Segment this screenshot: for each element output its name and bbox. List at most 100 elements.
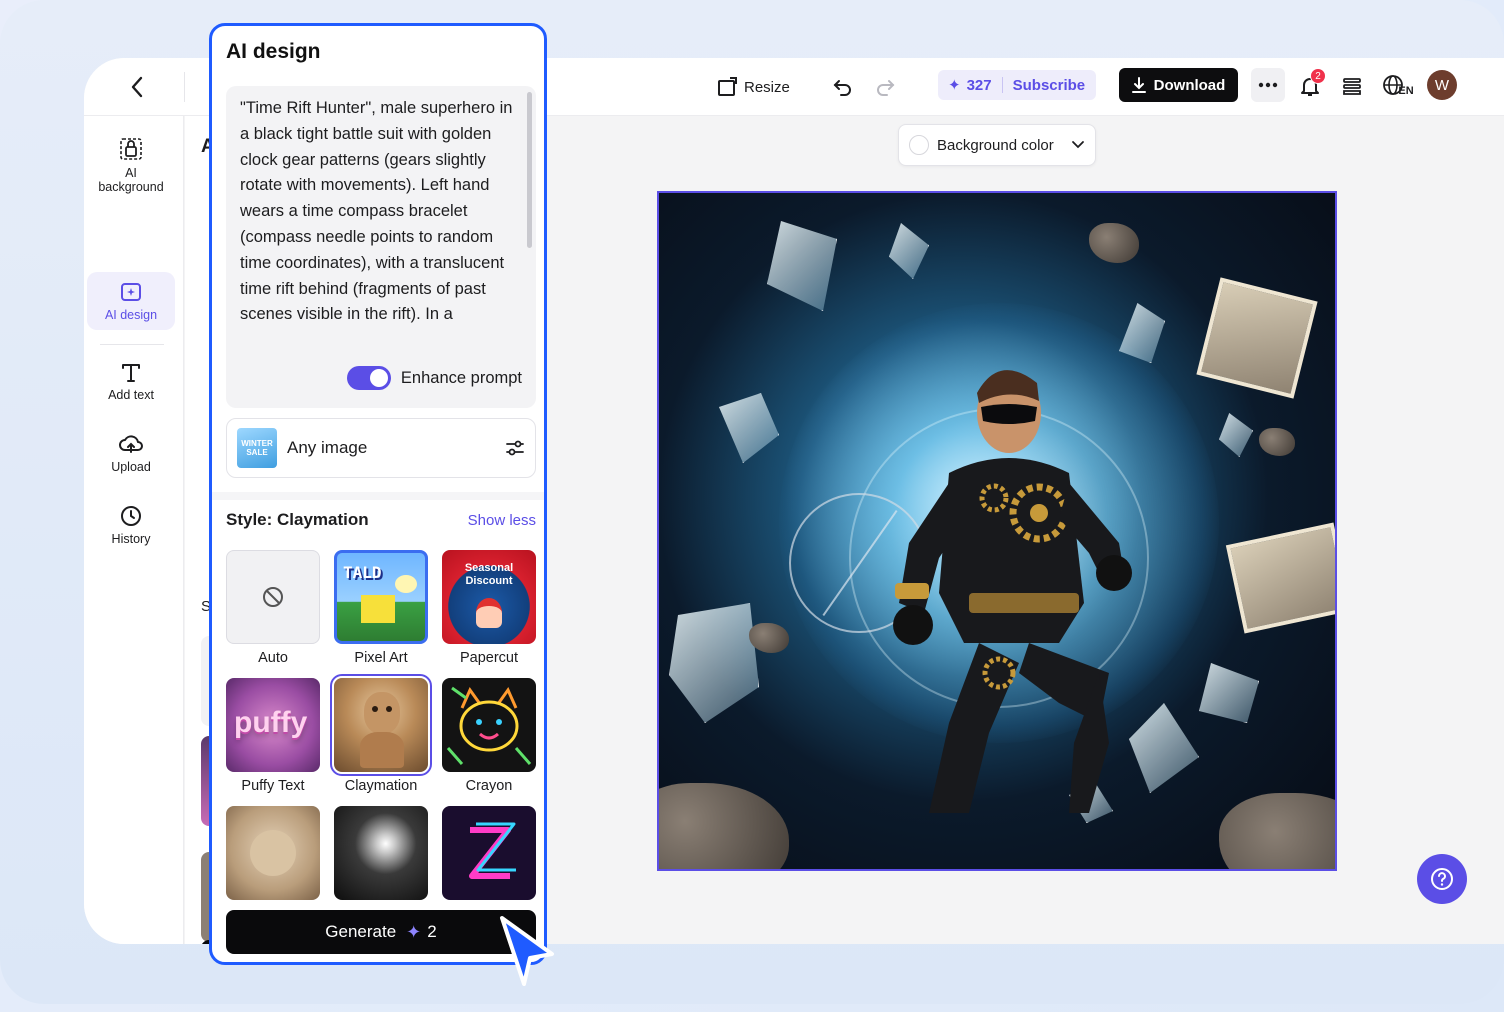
resize-label: Resize [744,78,790,96]
credits-pill[interactable]: ✦ 327 Subscribe [938,70,1096,100]
sidebar-item-history[interactable]: History [87,496,175,554]
glass-shard [1199,663,1259,723]
layers-icon [1343,78,1361,95]
style-label: Papercut [459,650,519,666]
enhance-prompt-toggle[interactable] [346,366,391,390]
neon-z-drawing [469,822,516,879]
rail-separator [100,344,164,345]
sparkle-icon: ✦ [406,921,422,942]
style-thumb [226,550,320,644]
background-color-dropdown[interactable]: Background color [898,124,1096,166]
ai-design-panel: AI design "Time Rift Hunter", male super… [209,23,547,965]
style-card-neon[interactable] [442,806,536,906]
color-swatch [909,135,929,155]
question-icon [1431,868,1453,890]
style-label: Claymation [344,778,418,794]
sidebar-item-label: AI background [98,166,164,194]
sidebar-item-label: Add text [108,388,154,402]
style-thumb: TALD [334,550,428,644]
sparkle-icon: ✦ [948,77,961,94]
sidebar-item-upload[interactable]: Upload [87,424,175,482]
floating-rock [1259,428,1295,456]
layers-button[interactable] [1338,72,1366,100]
sidebar-item-add-text[interactable]: Add text [87,352,175,410]
mouse-pointer-icon [500,916,554,986]
sidebar-item-ai-background[interactable]: AI background [87,128,175,202]
style-card-puffy-text[interactable]: puffy Puffy Text [226,678,320,794]
style-card-claymation[interactable]: Claymation [330,674,432,794]
background-color-label: Background color [937,136,1054,154]
redo-icon [877,80,895,96]
credits-separator [1001,77,1003,93]
enhance-prompt-row: Enhance prompt [346,366,522,390]
style-thumb [442,806,536,900]
style-label: Pixel Art [354,650,408,666]
back-button[interactable] [122,74,152,100]
ai-design-icon [121,283,141,301]
sidebar-item-label: AI design [104,308,158,322]
more-dots-icon [1258,82,1278,88]
chevron-down-icon [1072,141,1084,149]
panel-title: AI design [226,40,321,63]
glass-shard [669,603,759,723]
style-thumb [330,674,432,776]
glass-shard [719,393,779,463]
redo-button[interactable] [874,72,896,102]
pixel-art-thumb-text: TALD [343,563,382,582]
more-options-button[interactable] [1251,68,1285,102]
generate-button[interactable]: Generate ✦ 2 [226,910,536,954]
language-button[interactable]: EN [1380,72,1416,100]
left-rail: AI background AI design Add text Upload … [84,116,184,944]
prompt-textarea[interactable]: "Time Rift Hunter", male superhero in a … [240,96,522,356]
download-button[interactable]: Download [1119,68,1238,102]
topbar-divider [184,72,185,102]
style-label: Auto [258,650,288,666]
style-card-papercut[interactable]: Seasonal Discount Papercut [442,550,536,666]
style-thumb [226,806,320,900]
credits-count: 327 [966,76,992,94]
help-button[interactable] [1417,854,1467,904]
floating-rock [659,783,789,869]
sliders-icon[interactable] [505,439,525,457]
papercut-thumb-text: Seasonal Discount [464,562,514,587]
style-thumb [334,806,428,900]
undo-icon [833,80,851,96]
style-thumb: puffy [226,678,320,772]
design-canvas[interactable] [657,191,1337,871]
sidebar-item-ai-design[interactable]: AI design [87,272,175,330]
glass-shard [767,221,837,311]
generate-cost: 2 [427,922,437,941]
text-icon [122,364,140,382]
photo-fragment [1196,277,1318,399]
style-card-crayon[interactable]: Crayon [442,678,536,794]
image-type-thumbnail: WINTER SALE [237,428,277,468]
style-card-plush[interactable] [226,806,320,906]
style-card-pixel-art[interactable]: TALD Pixel Art [334,550,428,666]
style-label: Puffy Text [241,778,305,794]
download-icon [1131,77,1146,93]
notification-badge: 2 [1310,68,1326,84]
upload-cloud-icon [119,435,143,453]
show-less-link[interactable]: Show less [468,512,536,529]
prompt-box[interactable]: "Time Rift Hunter", male superhero in a … [226,86,536,408]
sidebar-item-label: Upload [111,460,151,474]
undo-button[interactable] [832,72,854,102]
image-type-selector[interactable]: WINTER SALE Any image [226,418,536,478]
resize-button[interactable]: Resize [716,72,790,102]
generate-label: Generate [325,922,397,941]
sidebar-item-label: History [111,532,151,546]
crayon-cat-drawing [446,686,532,765]
glass-shard [1219,413,1253,457]
subscribe-link[interactable]: Subscribe [1013,77,1086,94]
style-card-auto[interactable]: Auto [226,550,320,666]
glass-shard [889,223,929,279]
style-thumb: Seasonal Discount [442,550,536,644]
floating-rock [1089,223,1139,263]
resize-icon [718,77,737,96]
notifications-button[interactable]: 2 [1296,68,1326,100]
style-card-cinematic[interactable] [334,806,428,906]
style-header: Style: Claymation Show less [226,510,536,530]
prompt-scrollbar[interactable] [527,92,532,248]
user-avatar[interactable]: W [1427,70,1457,100]
superhero-figure [893,370,1132,813]
